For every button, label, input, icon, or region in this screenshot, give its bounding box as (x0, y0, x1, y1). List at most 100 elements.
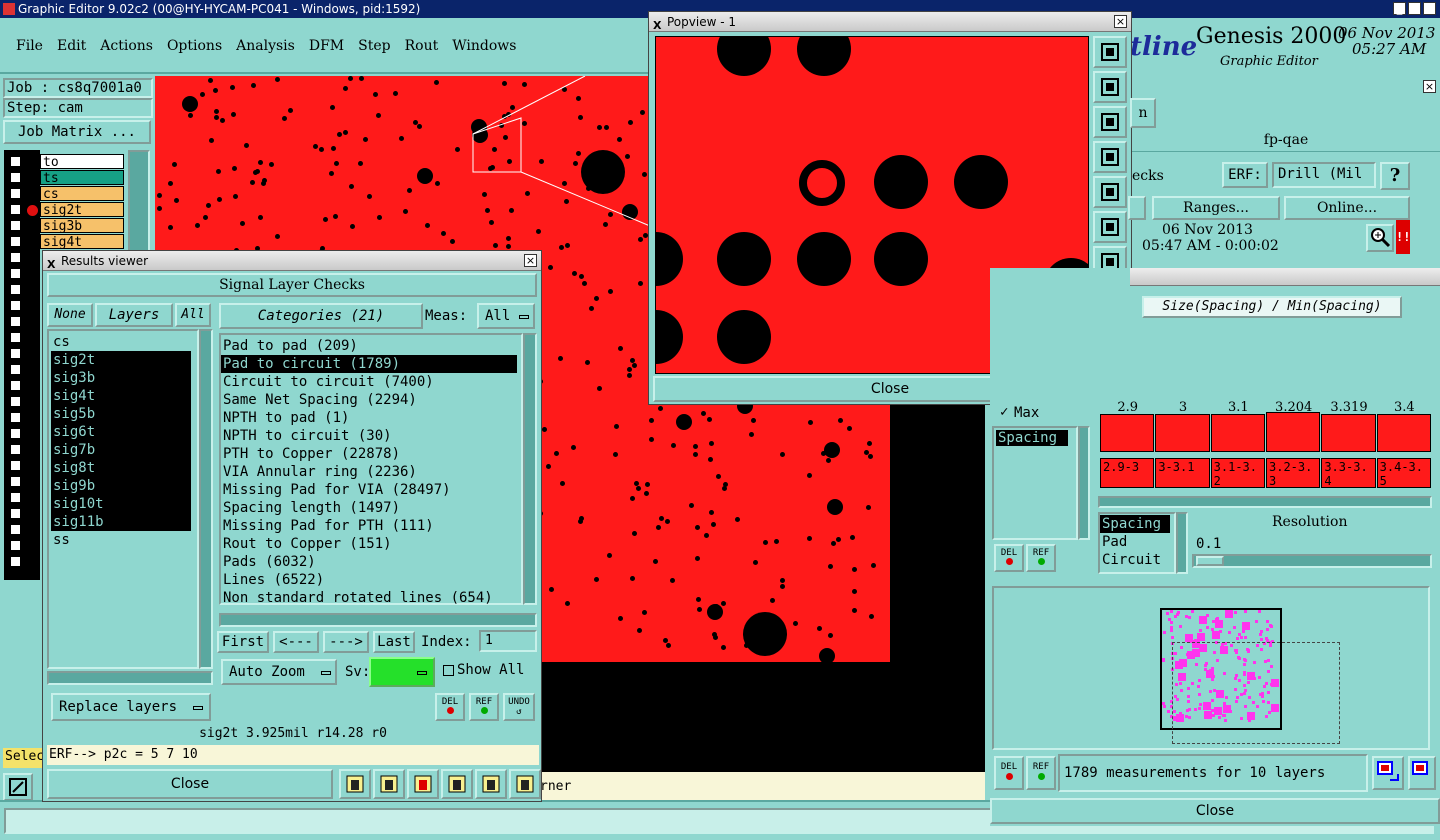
histogram-bar[interactable] (1321, 414, 1376, 452)
layer-checkbox[interactable] (10, 364, 21, 375)
category-item[interactable]: NPTH to pad (1) (221, 409, 521, 427)
histogram-bar[interactable] (1155, 414, 1210, 452)
last-button[interactable]: Last (373, 631, 415, 653)
highlight-tool-button[interactable] (441, 769, 473, 799)
menu-item-actions[interactable]: Actions (100, 38, 153, 54)
menu-item-step[interactable]: Step (358, 38, 390, 54)
category-item[interactable]: Missing Pad for VIA (28497) (221, 481, 521, 499)
online-button[interactable]: Online... (1284, 196, 1410, 220)
layer-checkbox[interactable] (10, 236, 21, 247)
minimize-icon[interactable]: _ (1393, 2, 1406, 15)
category-item[interactable]: Non standard rotated lines (654) (221, 589, 521, 607)
right-n-button[interactable]: n (1130, 98, 1156, 128)
popview-close-icon[interactable]: × (1114, 15, 1127, 28)
layer-row[interactable]: sig2t (4, 202, 126, 218)
stat-item-scrollbar[interactable] (1078, 426, 1090, 540)
results-layer-item[interactable]: sig3b (51, 369, 191, 387)
results-close-button[interactable]: Close (47, 769, 333, 799)
export-button[interactable] (1093, 176, 1127, 208)
layer-row[interactable]: to (4, 154, 126, 170)
results-layer-item[interactable]: sig9b (51, 477, 191, 495)
results-close-icon[interactable]: × (524, 254, 537, 267)
overview-map[interactable] (992, 586, 1430, 750)
layer-checkbox[interactable] (10, 396, 21, 407)
category-item[interactable]: Pad to circuit (1789) (221, 355, 517, 373)
category-item[interactable]: Pads (6032) (221, 553, 521, 571)
layer-row[interactable]: sig4t (4, 234, 126, 250)
layers-button[interactable]: Layers (95, 303, 173, 327)
first-button[interactable]: First (217, 631, 269, 653)
delete-tool-button[interactable] (407, 769, 439, 799)
spacing-item[interactable]: Spacing (996, 430, 1068, 446)
erf-value[interactable]: Drill (Mil (1272, 162, 1376, 188)
histogram-bar[interactable] (1266, 412, 1321, 452)
maximize-icon[interactable]: □ (1408, 2, 1421, 15)
layer-row[interactable]: cs (4, 186, 126, 202)
layer-checkbox[interactable] (10, 188, 21, 199)
results-layer-item[interactable]: sig2t (51, 351, 191, 369)
categories-hscroll[interactable] (219, 613, 537, 627)
histogram-hscroll[interactable] (1098, 496, 1432, 508)
menu-item-rout[interactable]: Rout (405, 38, 439, 54)
report-tool-button[interactable] (475, 769, 507, 799)
results-layer-item[interactable]: sig7b (51, 441, 191, 459)
type-item[interactable]: Circuit (1100, 551, 1174, 569)
category-item[interactable]: Same Net Spacing (2294) (221, 391, 521, 409)
category-item[interactable]: Rout to Copper (151) (221, 535, 521, 553)
type-item[interactable]: Pad (1100, 533, 1174, 551)
layer-checkbox[interactable] (10, 540, 21, 551)
category-item[interactable]: VIA Annular ring (2236) (221, 463, 521, 481)
zoom-fit-button[interactable] (3, 773, 33, 801)
menu-item-analysis[interactable]: Analysis (236, 38, 295, 54)
layers-all-button[interactable]: All (175, 303, 211, 327)
menu-item-options[interactable]: Options (167, 38, 222, 54)
layer-row[interactable]: ts (4, 170, 126, 186)
menu-item-windows[interactable]: Windows (452, 38, 516, 54)
stat-ref-button[interactable]: REF (1026, 544, 1056, 572)
ref-button[interactable]: REF (469, 693, 499, 721)
histogram-bar[interactable] (1210, 414, 1265, 452)
ranges-button[interactable]: Ranges... (1152, 196, 1280, 220)
right-close-button[interactable]: Close (990, 798, 1440, 824)
layer-checkbox[interactable] (10, 284, 21, 295)
resolution-slider[interactable] (1192, 554, 1432, 568)
export-tool-button[interactable] (373, 769, 405, 799)
layer-checkbox[interactable] (10, 412, 21, 423)
report-button[interactable] (1372, 756, 1404, 790)
histogram-bar[interactable] (1376, 414, 1431, 452)
type-item[interactable]: Spacing (1100, 515, 1170, 533)
layer-checkbox[interactable] (10, 380, 21, 391)
index-input[interactable]: 1 (479, 630, 537, 652)
ov-del-button[interactable]: DEL (994, 756, 1024, 790)
category-item[interactable]: Spacing length (1497) (221, 499, 521, 517)
menu-item-edit[interactable]: Edit (57, 38, 86, 54)
layer-row[interactable]: sig3b (4, 218, 126, 234)
next-button[interactable]: ---> (323, 631, 369, 653)
auto-zoom-select[interactable]: Auto Zoom (221, 659, 337, 685)
layer-checkbox[interactable] (10, 172, 21, 183)
categories-button[interactable]: Categories (21) (219, 303, 423, 329)
job-matrix-button[interactable]: Job Matrix ... (3, 120, 151, 144)
category-item[interactable]: Circuit to circuit (7400) (221, 373, 521, 391)
layer-checkbox[interactable] (10, 332, 21, 343)
layer-checkbox[interactable] (10, 492, 21, 503)
results-layer-item[interactable]: sig4t (51, 387, 191, 405)
resolution-slider-thumb[interactable] (1196, 556, 1224, 566)
stat-del-button[interactable]: DEL (994, 544, 1024, 572)
layer-checkbox[interactable] (10, 204, 21, 215)
zoom-button[interactable] (1366, 224, 1394, 252)
layer-checkbox[interactable] (10, 220, 21, 231)
menu-item-file[interactable]: File (16, 38, 43, 54)
histogram-bar[interactable] (1100, 414, 1155, 452)
show-all-checkbox[interactable] (443, 665, 454, 676)
layer-checkbox[interactable] (10, 300, 21, 311)
layer-checkbox[interactable] (10, 444, 21, 455)
results-layer-item[interactable]: sig10t (51, 495, 191, 513)
highlighted-pad[interactable] (799, 160, 845, 206)
categories-scrollbar[interactable] (523, 333, 537, 605)
results-layer-item[interactable]: sig6t (51, 423, 191, 441)
results-layer-scrollbar[interactable] (199, 329, 213, 669)
results-layer-item[interactable]: sig11b (51, 513, 191, 531)
results-layer-hscroll[interactable] (47, 671, 213, 685)
layer-checkbox[interactable] (10, 252, 21, 263)
